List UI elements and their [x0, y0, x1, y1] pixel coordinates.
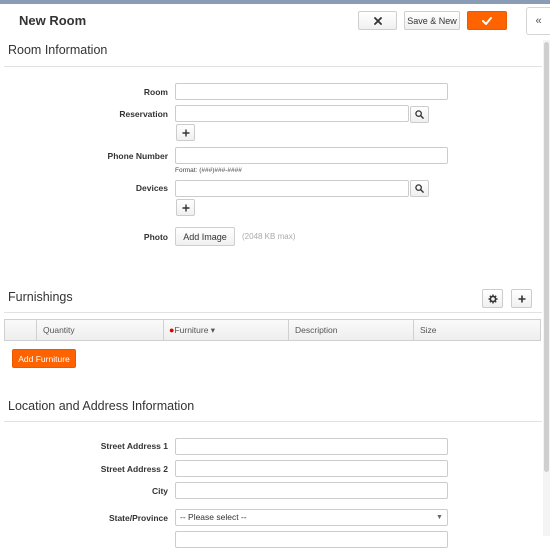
section-title-room-information: Room Information — [8, 43, 108, 57]
next-field-input[interactable] — [175, 531, 448, 548]
furnishings-settings-button[interactable] — [482, 289, 503, 308]
phone-number-input[interactable] — [175, 147, 448, 164]
section-divider — [4, 421, 542, 422]
street-address-1-label: Street Address 1 — [100, 441, 168, 451]
cancel-button[interactable] — [358, 11, 397, 30]
furniture-grid-header: Quantity ●Furniture ▾ Description Size — [4, 319, 541, 341]
add-reservation-button[interactable] — [176, 124, 195, 141]
close-icon — [373, 16, 382, 25]
save-and-new-button[interactable]: Save & New — [404, 11, 460, 30]
room-label: Room — [143, 87, 168, 97]
reservation-label: Reservation — [119, 109, 168, 119]
devices-input[interactable] — [175, 180, 409, 197]
column-header-furniture[interactable]: ●Furniture ▾ — [163, 320, 288, 340]
search-icon — [415, 184, 424, 193]
plus-icon — [518, 295, 525, 302]
section-divider — [4, 312, 542, 313]
section-title-location: Location and Address Information — [8, 399, 195, 413]
phone-number-label: Phone Number — [107, 151, 168, 161]
column-header-size[interactable]: Size — [413, 320, 535, 340]
plus-icon — [182, 204, 189, 211]
state-province-selected-value: -- Please select -- — [180, 512, 247, 522]
search-icon — [415, 110, 424, 119]
section-title-furnishings: Furnishings — [8, 290, 73, 304]
plus-icon — [182, 129, 189, 136]
photo-label: Photo — [143, 232, 168, 242]
street-address-1-input[interactable] — [175, 438, 448, 455]
add-device-button[interactable] — [176, 199, 195, 216]
checkmark-icon — [482, 16, 492, 25]
image-size-limit: (2048 KB max) — [242, 232, 296, 241]
state-province-select[interactable]: -- Please select -- — [175, 509, 448, 526]
top-accent-bar — [0, 0, 550, 4]
column-header-quantity[interactable]: Quantity — [36, 320, 161, 340]
save-button[interactable] — [467, 11, 507, 30]
devices-search-button[interactable] — [410, 180, 429, 197]
gear-icon — [488, 294, 497, 303]
add-furniture-button[interactable]: Add Furniture — [12, 349, 76, 368]
section-divider — [4, 66, 542, 67]
double-chevron-left-icon: « — [535, 15, 542, 27]
street-address-2-input[interactable] — [175, 460, 448, 477]
phone-format-hint: Format: (###)###-#### — [175, 167, 242, 174]
reservation-input[interactable] — [175, 105, 409, 122]
caret-down-icon: ▼ — [436, 514, 443, 521]
add-furnishing-button[interactable] — [511, 289, 532, 308]
scrollbar-thumb[interactable] — [544, 42, 549, 472]
collapse-panel-button[interactable]: « — [526, 7, 550, 35]
room-input[interactable] — [175, 83, 448, 100]
devices-label: Devices — [135, 183, 168, 193]
column-header-description[interactable]: Description — [288, 320, 413, 340]
city-input[interactable] — [175, 482, 448, 499]
city-label: City — [151, 486, 168, 496]
reservation-search-button[interactable] — [410, 106, 429, 123]
street-address-2-label: Street Address 2 — [100, 464, 168, 474]
page-title: New Room — [19, 13, 87, 28]
state-province-label: State/Province — [108, 513, 168, 523]
add-image-button[interactable]: Add Image — [175, 227, 235, 246]
column-header-furniture-label: Furniture ▾ — [174, 325, 216, 335]
